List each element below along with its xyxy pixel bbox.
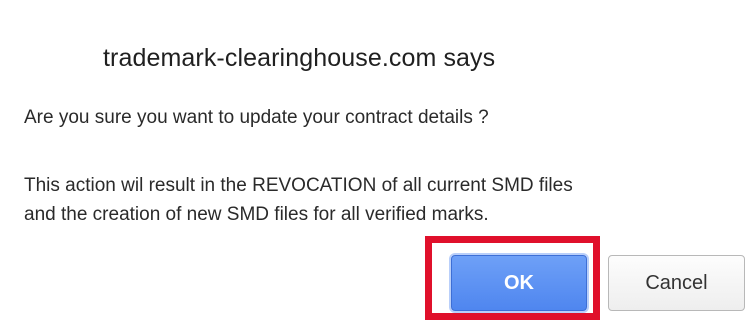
warning-line: and the creation of new SMD files for al…	[24, 204, 489, 225]
warning-message: This action wil result in the REVOCATION…	[24, 171, 573, 229]
warning-line: This action wil result in the REVOCATION…	[24, 175, 573, 196]
cancel-button[interactable]: Cancel	[608, 255, 745, 311]
dialog-title: trademark-clearinghouse.com says	[103, 44, 496, 72]
confirm-dialog: trademark-clearinghouse.com says Are you…	[0, 0, 751, 320]
confirmation-question: Are you sure you want to update your con…	[24, 107, 489, 128]
ok-button[interactable]: OK	[451, 255, 587, 311]
